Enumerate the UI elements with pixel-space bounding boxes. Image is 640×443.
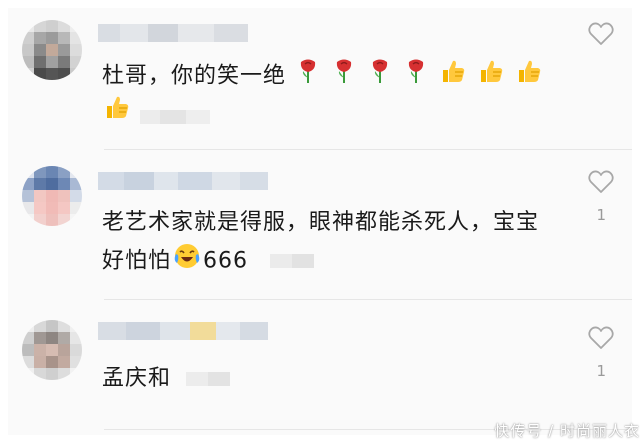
comment-text-line2: 好怕怕 666	[102, 242, 248, 281]
rose-emoji-icon	[296, 58, 320, 95]
comment-item: 老艺术家就是得服，眼神都能杀死人，宝宝 好怕怕 666 1	[8, 150, 632, 298]
username-blurred[interactable]	[98, 322, 268, 340]
comment-text: 孟庆和	[102, 366, 172, 391]
laughing-crying-emoji-icon	[173, 242, 201, 281]
heart-outline-icon[interactable]	[588, 170, 614, 194]
watermark: 快传号 / 时尚丽人衣	[494, 422, 640, 440]
comment-item: 孟庆和 1	[8, 300, 632, 435]
rose-emoji-icon	[404, 58, 428, 95]
thumbs-up-emoji-icon	[478, 58, 504, 95]
avatar[interactable]	[22, 320, 82, 380]
heart-outline-icon[interactable]	[588, 22, 614, 46]
comment-text-line2	[102, 94, 132, 131]
rose-emoji-icon	[332, 58, 356, 95]
heart-outline-icon[interactable]	[588, 326, 614, 350]
timestamp-blurred	[140, 110, 210, 124]
comment-item: 杜哥，你的笑一绝	[8, 8, 632, 148]
thumbs-up-emoji-icon	[440, 58, 466, 95]
comment-list: 杜哥，你的笑一绝 老艺术家就是得服，眼神都能杀死人，宝宝 好怕怕 666 1 孟…	[8, 8, 632, 435]
like-count: 1	[596, 206, 606, 224]
username-blurred[interactable]	[98, 24, 248, 42]
thumbs-up-emoji-icon	[104, 94, 130, 131]
avatar[interactable]	[22, 20, 82, 80]
avatar[interactable]	[22, 166, 82, 226]
thumbs-up-emoji-icon	[516, 58, 542, 95]
like-count: 1	[596, 362, 606, 380]
rose-emoji-icon	[368, 58, 392, 95]
username-blurred[interactable]	[98, 172, 268, 190]
comment-text: 杜哥，你的笑一绝	[102, 58, 544, 95]
timestamp-blurred	[186, 372, 230, 386]
timestamp-blurred	[270, 254, 314, 268]
comment-text: 老艺术家就是得服，眼神都能杀死人，宝宝	[102, 210, 540, 235]
